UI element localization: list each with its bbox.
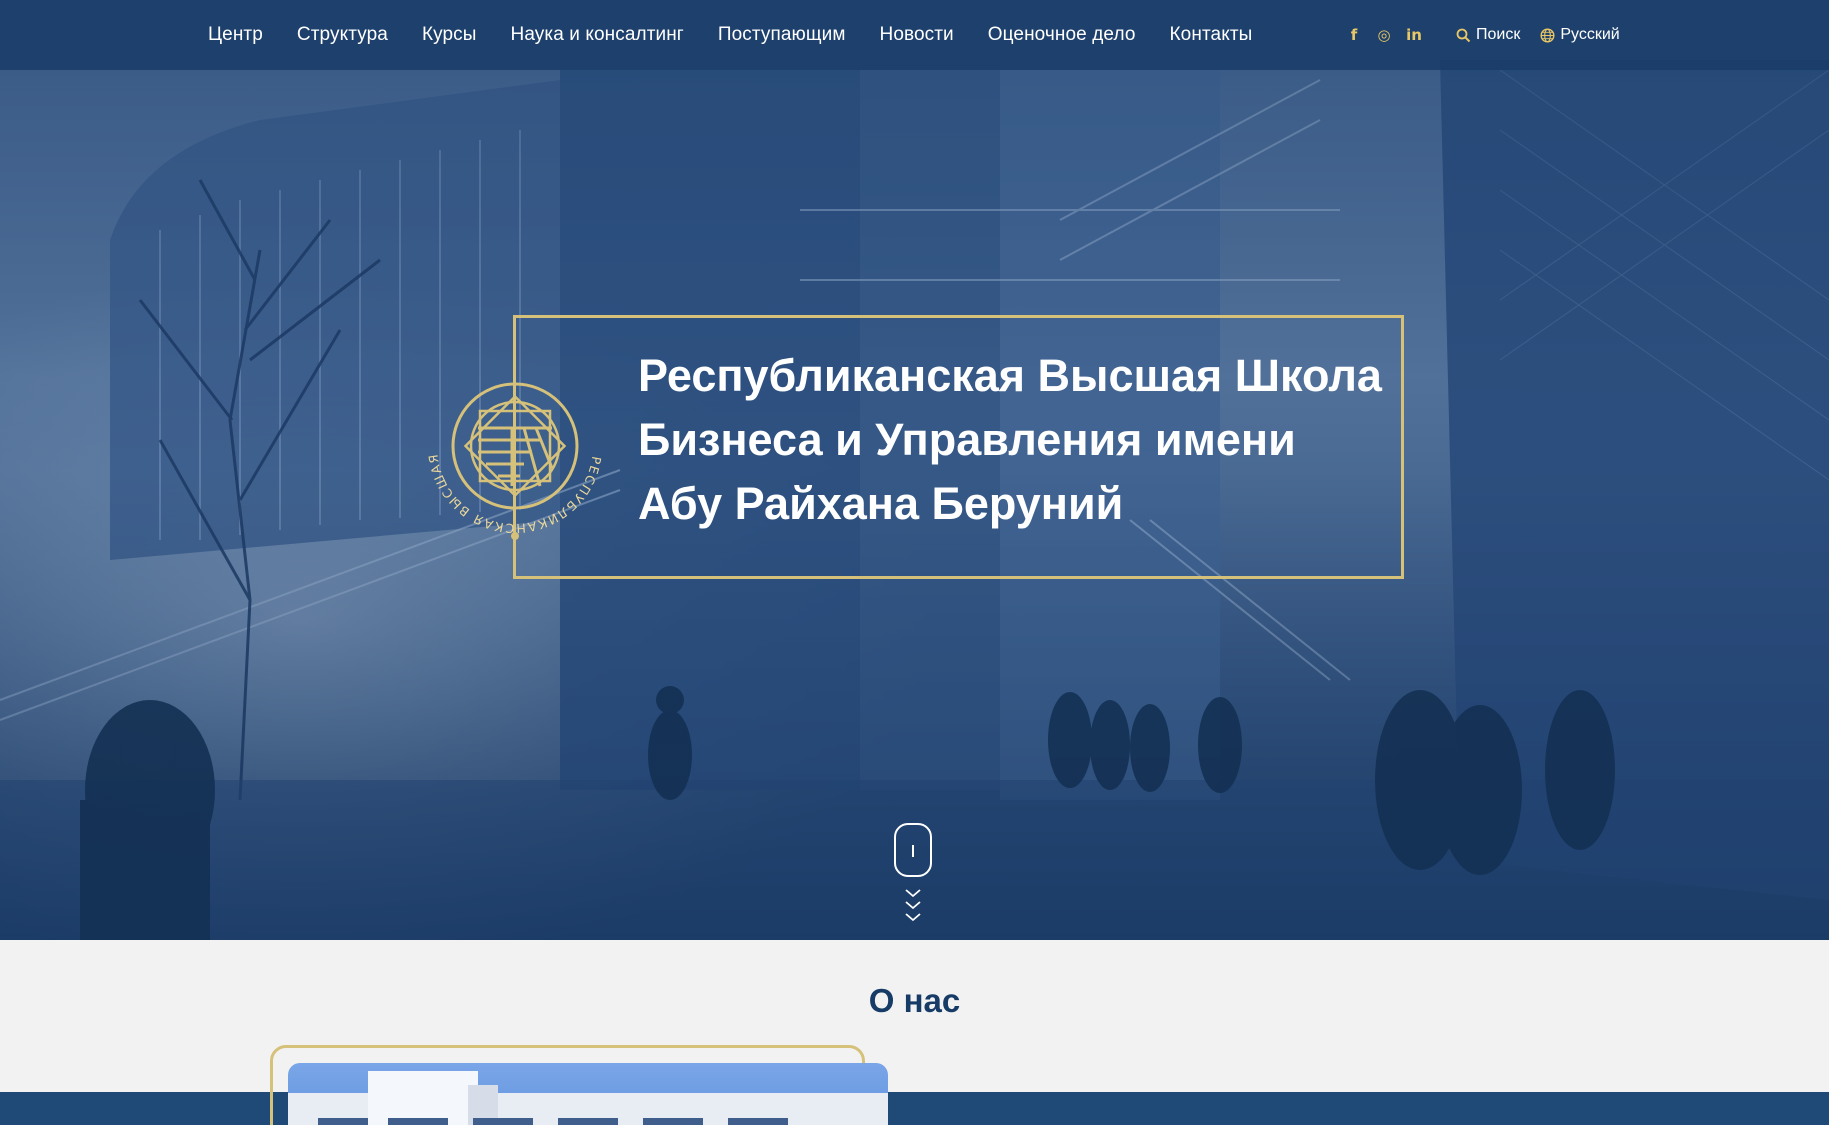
hero-title-line: Республиканская Высшая Школа — [638, 350, 1382, 401]
hero-title-line: Бизнеса и Управления имени — [638, 414, 1296, 465]
top-navigation-bar: Центр Структура Курсы Наука и консалтинг… — [0, 0, 1829, 70]
hero-title: Республиканская Высшая Школа Бизнеса и У… — [638, 344, 1382, 536]
nav-item-applicants[interactable]: Поступающим — [718, 24, 846, 46]
nav-item-courses[interactable]: Курсы — [422, 24, 477, 46]
nav-item-appraisal[interactable]: Оценочное дело — [988, 24, 1136, 46]
nav-item-science-consulting[interactable]: Наука и консалтинг — [511, 24, 684, 46]
about-building-photo — [288, 1063, 888, 1125]
about-section-title: О нас — [868, 982, 961, 1019]
nav-item-news[interactable]: Новости — [880, 24, 954, 46]
hero-section: РЕСПУБЛИКАНСКАЯ ВЫСШАЯ ШКОЛА БИЗНЕСА И У… — [0, 0, 1829, 940]
search-icon — [1456, 28, 1471, 42]
scroll-down-mouse-icon[interactable] — [894, 823, 932, 877]
building-image — [288, 1071, 888, 1125]
school-emblem-logo: РЕСПУБЛИКАНСКАЯ ВЫСШАЯ ШКОЛА БИЗНЕСА И У… — [420, 348, 603, 540]
nav-item-center[interactable]: Центр — [208, 24, 263, 46]
search-button[interactable]: Поиск — [1456, 26, 1520, 44]
linkedin-icon[interactable]: in — [1406, 26, 1422, 44]
header-tools: Поиск Русский — [1456, 22, 1620, 48]
language-selector[interactable]: Русский — [1540, 26, 1620, 44]
nav-item-structure[interactable]: Структура — [297, 24, 388, 46]
globe-icon — [1540, 27, 1555, 43]
instagram-icon[interactable]: ◎ — [1376, 26, 1392, 44]
facebook-icon[interactable]: f — [1346, 26, 1362, 44]
main-nav: Центр Структура Курсы Наука и консалтинг… — [208, 0, 1252, 70]
hero-title-line: Абу Райхана Беруний — [638, 478, 1124, 529]
search-label: Поиск — [1476, 26, 1521, 43]
language-label: Русский — [1560, 26, 1620, 43]
nav-item-contacts[interactable]: Контакты — [1170, 24, 1253, 46]
social-links: f ◎ in — [1346, 22, 1422, 48]
scroll-down-chevrons-icon[interactable] — [903, 888, 923, 928]
